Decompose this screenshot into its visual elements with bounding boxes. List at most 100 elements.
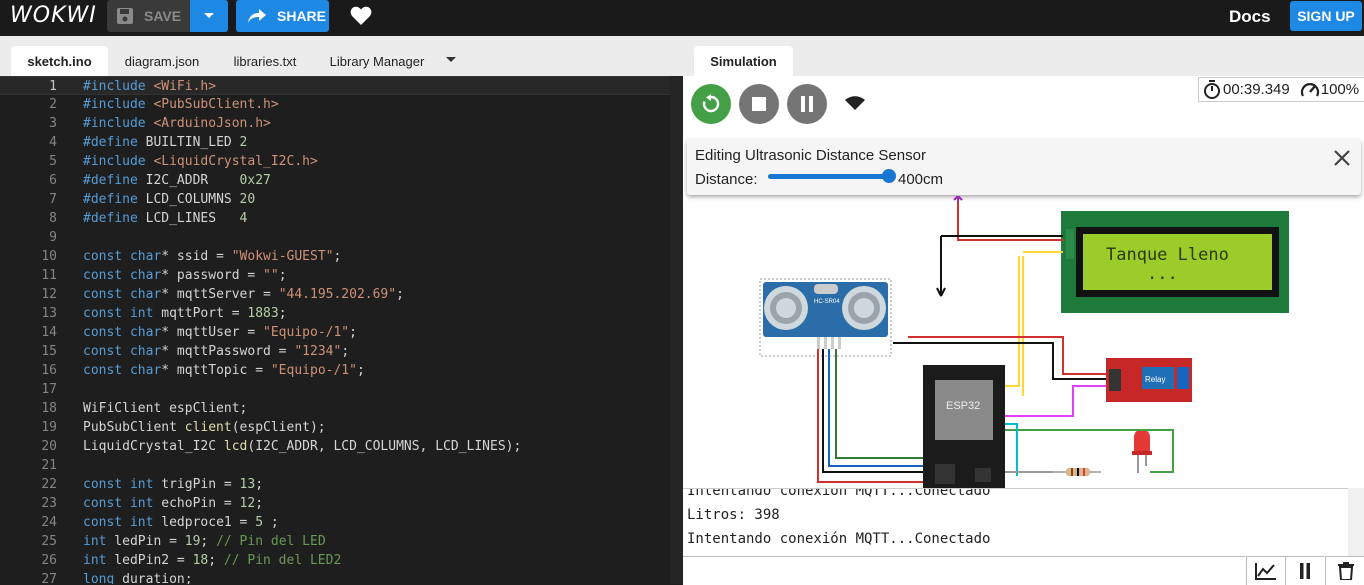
ultrasonic-sensor[interactable]: HC-SR04 <box>759 278 892 357</box>
share-button[interactable]: SHARE <box>236 0 329 32</box>
distance-slider-track[interactable] <box>768 174 892 179</box>
tab-diagram-json[interactable]: diagram.json <box>112 46 212 76</box>
chip-label: ESP32 <box>946 400 980 412</box>
stop-simulation-button[interactable] <box>739 84 779 124</box>
restart-simulation-button[interactable] <box>691 84 731 124</box>
line-number: 8 <box>49 211 57 226</box>
code-line[interactable]: 13 const int mqttPort = 1883; <box>0 304 670 323</box>
esp32-board[interactable]: ESP32 <box>923 365 1005 488</box>
wokwi-logo[interactable]: WOKWI <box>10 3 97 28</box>
save-button[interactable]: SAVE <box>107 0 189 32</box>
code-line[interactable]: 17 <box>0 380 670 399</box>
save-options-button[interactable] <box>190 0 228 32</box>
speedometer-icon <box>1300 82 1319 97</box>
signup-button[interactable]: SIGN UP <box>1290 1 1362 31</box>
code-line[interactable]: 12 const char* mqttServer = "44.195.202.6… <box>0 285 670 304</box>
line-number: 27 <box>41 572 57 584</box>
code-line[interactable]: 10 const char* ssid = "Wokwi-GUEST"; <box>0 247 670 266</box>
line-number: 5 <box>49 154 57 169</box>
line-number: 3 <box>49 116 57 131</box>
relay-label: Relay <box>1145 375 1165 384</box>
code-line[interactable]: 21 <box>0 456 670 475</box>
tab-sketch-ino[interactable]: sketch.ino <box>11 46 108 76</box>
chart-icon <box>1255 563 1276 580</box>
serial-scrollbar[interactable] <box>1348 488 1364 556</box>
distance-label: Distance: <box>695 171 758 188</box>
editor-scrollbar[interactable] <box>670 76 683 584</box>
code-line[interactable]: 14 const char* mqttUser = "Equipo-/1"; <box>0 323 670 342</box>
code-line[interactable]: 25 int ledPin = 19; // Pin del LED <box>0 532 670 551</box>
serial-pause-button[interactable] <box>1285 556 1324 585</box>
tab-libraries-txt[interactable]: libraries.txt <box>220 46 310 76</box>
code-line[interactable]: 26 int ledPin2 = 18; // Pin del LED2 <box>0 551 670 570</box>
resistor[interactable] <box>1053 468 1101 476</box>
component-edit-panel: Editing Ultrasonic Distance Sensor Dista… <box>687 139 1361 195</box>
code-text: PubSubClient client(espClient); <box>83 420 326 435</box>
code-line[interactable]: 15 const char* mqttPassword = "1234"; <box>0 342 670 361</box>
line-number: 13 <box>41 306 57 321</box>
tab-menu-caret-icon[interactable] <box>446 57 456 63</box>
red-led[interactable] <box>1132 429 1152 473</box>
distance-slider-thumb[interactable] <box>882 169 896 183</box>
serial-line: Intentando conexión MQTT...Conectado <box>687 531 991 547</box>
line-number: 16 <box>41 363 57 378</box>
line-number: 1 <box>49 79 57 94</box>
pause-icon <box>801 96 813 112</box>
line-number: 4 <box>49 135 57 150</box>
code-line[interactable]: 11 const char* password = ""; <box>0 266 670 285</box>
code-line[interactable]: 16 const char* mqttTopic = "Equipo-/1"; <box>0 361 670 380</box>
code-line[interactable]: 24 const int ledproce1 = 5 ; <box>0 513 670 532</box>
code-text: LiquidCrystal_I2C lcd(I2C_ADDR, LCD_COLU… <box>83 439 522 454</box>
line-number: 11 <box>41 268 57 283</box>
code-text: const char* mqttPassword = "1234"; <box>83 344 350 359</box>
code-line[interactable]: 23 const int echoPin = 12; <box>0 494 670 513</box>
code-line[interactable]: 2 #include <PubSubClient.h> <box>0 95 670 114</box>
code-line[interactable]: 9 <box>0 228 670 247</box>
wifi-icon <box>845 96 865 110</box>
line-number: 22 <box>41 477 57 492</box>
heart-icon[interactable] <box>350 6 372 26</box>
code-line[interactable]: 4 #define BUILTIN_LED 2 <box>0 133 670 152</box>
line-number: 17 <box>41 382 57 397</box>
code-text: const char* password = ""; <box>83 268 287 283</box>
code-line[interactable]: 18 WiFiClient espClient; <box>0 399 670 418</box>
circuit-diagram[interactable]: HC-SR04 Tanque Lleno ... Relay ESP32 <box>683 196 1364 488</box>
line-number: 25 <box>41 534 57 549</box>
code-line[interactable]: 1 #include <WiFi.h> <box>0 76 670 95</box>
code-line[interactable]: 19 PubSubClient client(espClient); <box>0 418 670 437</box>
tab-library-manager[interactable]: Library Manager <box>318 46 436 76</box>
plotter-button[interactable] <box>1246 556 1285 585</box>
code-text: const char* ssid = "Wokwi-GUEST"; <box>83 249 342 264</box>
code-line[interactable]: 8 #define LCD_LINES 4 <box>0 209 670 228</box>
relay-module[interactable]: Relay <box>1106 358 1192 402</box>
code-line[interactable]: 22 const int trigPin = 13; <box>0 475 670 494</box>
line-number: 2 <box>49 97 57 112</box>
code-editor[interactable]: 1 #include <WiFi.h> 2 #include <PubSubClien… <box>0 76 670 584</box>
close-icon[interactable] <box>1333 149 1351 167</box>
code-text: WiFiClient espClient; <box>83 401 248 416</box>
lcd-display[interactable]: Tanque Lleno ... <box>1061 211 1289 313</box>
stop-icon <box>752 97 766 111</box>
code-text: int ledPin = 19; // Pin del LED <box>83 534 326 549</box>
code-line[interactable]: 6 #define I2C_ADDR 0x27 <box>0 171 670 190</box>
serial-input[interactable] <box>683 556 1245 585</box>
serial-line: Intentando conexión MQTT...Conectado <box>687 488 991 499</box>
code-text: #include <LiquidCrystal_I2C.h> <box>83 154 318 169</box>
line-number: 9 <box>49 230 57 245</box>
clear-serial-button[interactable] <box>1325 556 1364 585</box>
line-number: 19 <box>41 420 57 435</box>
code-line[interactable]: 5 #include <LiquidCrystal_I2C.h> <box>0 152 670 171</box>
sensor-label: HC-SR04 <box>814 299 840 305</box>
floppy-disk-icon <box>117 8 133 24</box>
code-line[interactable]: 20 LiquidCrystal_I2C lcd(I2C_ADDR, LCD_CO… <box>0 437 670 456</box>
pause-simulation-button[interactable] <box>787 84 827 124</box>
code-line[interactable]: 3 #include <ArduinoJson.h> <box>0 114 670 133</box>
code-line[interactable]: 27 long duration; <box>0 570 670 584</box>
line-number: 24 <box>41 515 57 530</box>
tab-simulation[interactable]: Simulation <box>694 46 793 76</box>
code-text: int ledPin2 = 18; // Pin del LED2 <box>83 553 342 568</box>
save-group: SAVE <box>107 0 228 32</box>
code-line[interactable]: 7 #define LCD_COLUMNS 20 <box>0 190 670 209</box>
code-text: #include <WiFi.h> <box>83 79 217 94</box>
docs-link[interactable]: Docs <box>1229 7 1271 27</box>
